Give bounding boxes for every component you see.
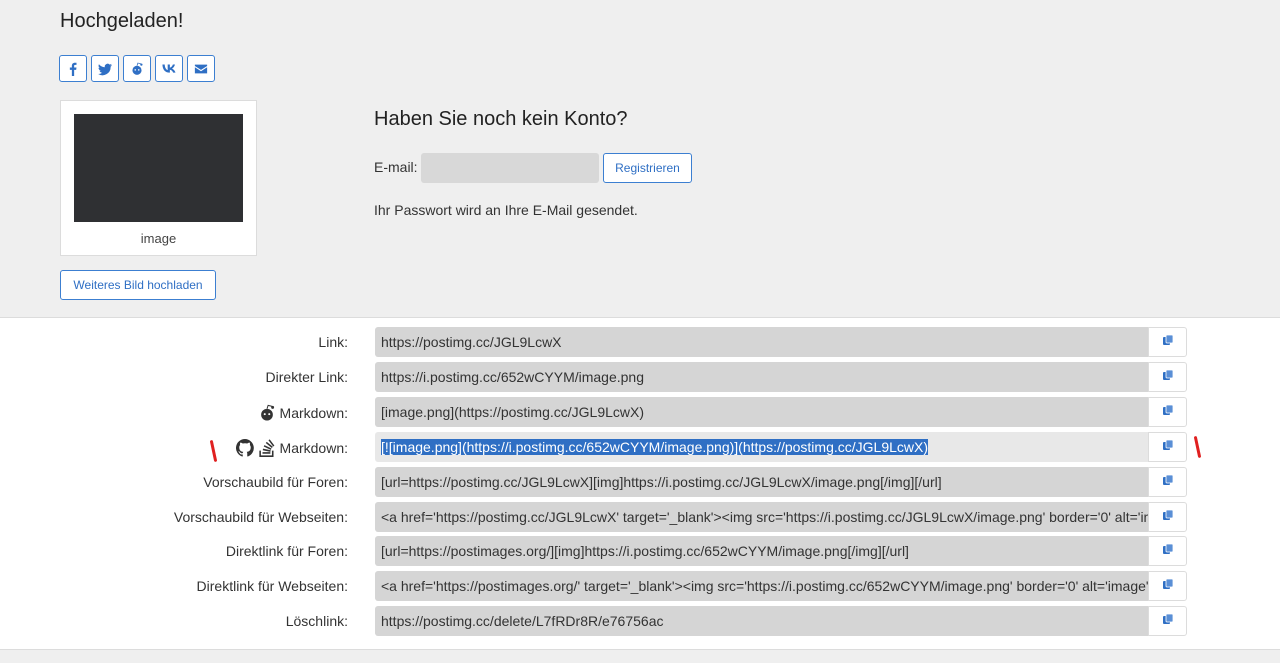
- link-row-label: Direkter Link:: [266, 369, 348, 385]
- copy-icon: [1162, 333, 1174, 351]
- facebook-icon: [69, 62, 77, 76]
- github-icon: [235, 438, 254, 457]
- link-row-label: Direktlink für Webseiten:: [197, 578, 348, 594]
- email-label: E-mail:: [374, 159, 418, 175]
- copy-icon: [1162, 473, 1174, 491]
- copy-icon: [1162, 577, 1174, 595]
- link-field[interactable]: [url=https://postimages.org/][img]https:…: [375, 536, 1148, 567]
- password-note: Ihr Passwort wird an Ihre E-Mail gesende…: [374, 202, 638, 218]
- link-field[interactable]: <a href='https://postimg.cc/JGL9LcwX' ta…: [375, 501, 1148, 532]
- copy-icon: [1162, 508, 1174, 526]
- link-field-value: https://postimg.cc/delete/L7fRDr8R/e7675…: [381, 613, 664, 630]
- link-row-label-text: Markdown:: [279, 439, 348, 456]
- link-row-label-text: Vorschaubild für Foren:: [203, 473, 348, 490]
- link-row-label-text: Direkter Link:: [265, 368, 348, 385]
- upload-result-panel: Hochgeladen! image Weiteres Bild hochlad…: [0, 0, 1280, 318]
- link-row: Link: https://postimg.cc/JGL9LcwX: [0, 327, 1280, 357]
- link-row-label-text: Vorschaubild für Webseiten:: [173, 508, 348, 525]
- share-twitter-button[interactable]: [91, 55, 119, 82]
- share-facebook-button[interactable]: [59, 55, 87, 82]
- link-row: Vorschaubild für Foren: [url=https://post…: [0, 466, 1280, 497]
- copy-icon: [1162, 542, 1174, 560]
- share-email-button[interactable]: [187, 55, 215, 82]
- link-field[interactable]: [image.png](https://postimg.cc/JGL9LcwX): [375, 396, 1148, 427]
- link-field-value: [url=https://postimages.org/][img]https:…: [381, 543, 909, 560]
- link-field[interactable]: https://i.postimg.cc/652wCYYM/image.png: [375, 361, 1148, 392]
- link-row: Markdown: [image.png](https://postimg.cc/…: [0, 396, 1280, 427]
- link-row-label: Vorschaubild für Foren:: [203, 474, 348, 490]
- copy-icon: [1162, 612, 1174, 630]
- copy-button[interactable]: [1148, 536, 1187, 567]
- stackoverflow-icon: [258, 439, 276, 457]
- link-row-label: Markdown:: [258, 404, 348, 422]
- footer-bar: [0, 649, 1280, 663]
- copy-button[interactable]: [1148, 466, 1187, 497]
- copy-button[interactable]: [1148, 327, 1187, 357]
- link-field[interactable]: [url=https://postimg.cc/JGL9LcwX][img]ht…: [375, 466, 1148, 497]
- link-field-value: [url=https://postimg.cc/JGL9LcwX][img]ht…: [381, 473, 942, 490]
- copy-icon: [1162, 403, 1174, 421]
- thumbnail-caption: image: [140, 231, 177, 246]
- link-row-label-text: Löschlink:: [285, 613, 348, 630]
- email-field[interactable]: [421, 153, 599, 183]
- link-field-value: https://postimg.cc/JGL9LcwX: [381, 334, 562, 350]
- twitter-icon: [98, 63, 112, 75]
- share-reddit-button[interactable]: [123, 55, 151, 82]
- share-vk-button[interactable]: [155, 55, 183, 82]
- link-field[interactable]: [![image.png](https://i.postimg.cc/652wC…: [375, 431, 1148, 462]
- thumbnail-card[interactable]: image: [60, 100, 257, 256]
- copy-icon: [1162, 438, 1174, 456]
- link-field[interactable]: https://postimg.cc/delete/L7fRDr8R/e7675…: [375, 606, 1148, 637]
- link-row: Vorschaubild für Webseiten: <a href='http…: [0, 501, 1280, 532]
- copy-button[interactable]: [1148, 361, 1187, 392]
- copy-button[interactable]: [1148, 501, 1187, 532]
- link-row: Löschlink: https://postimg.cc/delete/L7fR…: [0, 606, 1280, 637]
- link-row: Markdown: [![image.png](https://i.postimg…: [0, 431, 1280, 462]
- link-row: Direktlink für Webseiten: <a href='https:…: [0, 571, 1280, 602]
- email-icon: [194, 64, 208, 73]
- link-row-label: Vorschaubild für Webseiten:: [174, 509, 348, 525]
- copy-button[interactable]: [1148, 431, 1187, 462]
- link-field-value: <a href='https://postimages.org/' target…: [381, 578, 1148, 595]
- link-field[interactable]: <a href='https://postimages.org/' target…: [375, 571, 1148, 602]
- upload-more-button[interactable]: Weiteres Bild hochladen: [60, 270, 216, 300]
- link-field-value: https://i.postimg.cc/652wCYYM/image.png: [381, 368, 645, 385]
- link-row-label: Link:: [318, 334, 348, 350]
- copy-icon: [1162, 368, 1174, 386]
- link-row-label-text: Direktlink für Webseiten:: [196, 578, 348, 595]
- register-button[interactable]: Registrieren: [603, 153, 692, 183]
- link-field-value: [![image.png](https://i.postimg.cc/652wC…: [381, 438, 928, 455]
- link-field[interactable]: https://postimg.cc/JGL9LcwX: [375, 327, 1148, 357]
- reddit-icon: [258, 404, 276, 422]
- link-row-label: Markdown:: [235, 438, 348, 457]
- copy-button[interactable]: [1148, 606, 1187, 637]
- link-field-value: [image.png](https://postimg.cc/JGL9LcwX): [381, 403, 644, 420]
- copy-button[interactable]: [1148, 571, 1187, 602]
- vk-icon: [162, 64, 176, 73]
- copy-button[interactable]: [1148, 396, 1187, 427]
- link-row-label: Löschlink:: [286, 613, 348, 629]
- share-buttons: [59, 55, 215, 82]
- link-row: Direkter Link: https://i.postimg.cc/652wC…: [0, 361, 1280, 392]
- link-field-value: <a href='https://postimg.cc/JGL9LcwX' ta…: [381, 508, 1148, 525]
- link-row-label-text: Direktlink für Foren:: [225, 543, 348, 560]
- link-row-label-text: Markdown:: [279, 404, 348, 421]
- link-row: Direktlink für Foren: [url=https://postim…: [0, 536, 1280, 567]
- page-title: Hochgeladen!: [60, 10, 184, 32]
- link-row-label-text: Link:: [318, 334, 348, 350]
- reddit-icon: [132, 62, 143, 75]
- uploaded-image-thumbnail[interactable]: [74, 114, 243, 222]
- signup-title: Haben Sie noch kein Konto?: [374, 108, 628, 130]
- link-row-label: Direktlink für Foren:: [226, 543, 348, 559]
